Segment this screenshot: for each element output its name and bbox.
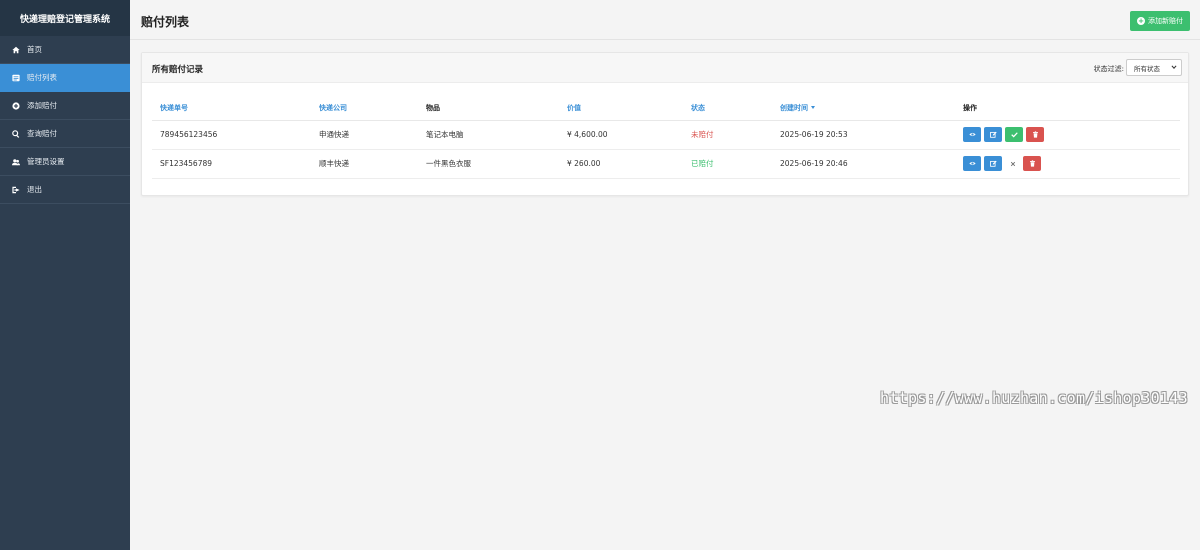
page-title: 赔付列表: [141, 15, 190, 29]
mark-paid-button[interactable]: [1005, 127, 1023, 142]
cell-status: 未赔付: [683, 120, 772, 150]
edit-icon: [989, 131, 997, 138]
cell-status: 已赔付: [683, 149, 772, 179]
column-header-item: 物品: [418, 96, 559, 121]
table-row: 789456123456 申通快递 笔记本电脑 ¥ 4,600.00 未赔付 2…: [152, 120, 1180, 150]
sign-out-icon: [10, 185, 22, 195]
cell-created: 2025-06-19 20:46: [772, 149, 955, 179]
view-button[interactable]: [963, 127, 981, 142]
sidebar-item-add-claim[interactable]: 添加赔付: [0, 92, 130, 120]
view-button[interactable]: [963, 156, 981, 171]
column-header-company[interactable]: 快递公司: [311, 96, 418, 121]
claims-card: 所有赔付记录 状态过滤: 所有状态 快递单号 快递公司 物品 价值 状态 创建时…: [141, 52, 1189, 196]
eye-icon: [968, 132, 976, 137]
sidebar-item-label: 查询赔付: [27, 129, 57, 138]
list-icon: [10, 73, 22, 83]
sidebar-item-admin-settings[interactable]: 管理员设置: [0, 148, 130, 176]
cell-actions: [955, 120, 1180, 150]
delete-button[interactable]: [1023, 156, 1041, 171]
users-icon: [10, 157, 22, 167]
column-header-tracking[interactable]: 快递单号: [152, 96, 311, 121]
sidebar-item-logout[interactable]: 退出: [0, 176, 130, 204]
cell-actions: [955, 149, 1180, 179]
sidebar-item-label: 管理员设置: [27, 157, 65, 166]
column-header-actions: 操作: [955, 96, 1180, 121]
delete-button[interactable]: [1026, 127, 1044, 142]
cell-item: 一件黑色衣服: [418, 149, 559, 179]
add-claim-button-label: 添加新赔付: [1148, 17, 1183, 25]
cell-created: 2025-06-19 20:53: [772, 120, 955, 150]
edit-icon: [989, 160, 997, 167]
table-row: SF123456789 顺丰快递 一件黑色衣服 ¥ 260.00 已赔付 202…: [152, 149, 1180, 179]
edit-button[interactable]: [984, 127, 1002, 142]
check-icon: [1010, 132, 1018, 138]
column-header-created-label: 创建时间: [780, 103, 808, 112]
sidebar-item-label: 赔付列表: [27, 73, 57, 82]
sidebar-item-home[interactable]: 首页: [0, 36, 130, 64]
cell-value: ¥ 4,600.00: [559, 120, 683, 150]
watermark-text: https://www.huzhan.com/ishop30143: [880, 389, 1188, 407]
trash-icon: [1032, 131, 1038, 138]
close-icon: [1010, 161, 1015, 166]
edit-button[interactable]: [984, 156, 1002, 171]
card-header: 所有赔付记录 状态过滤: 所有状态: [142, 53, 1188, 83]
chevron-down-icon: [1171, 65, 1177, 70]
card-title: 所有赔付记录: [152, 65, 204, 75]
sidebar-item-claim-list[interactable]: 赔付列表: [0, 64, 130, 92]
cell-company: 申通快递: [311, 120, 418, 150]
home-icon: [10, 45, 22, 55]
trash-icon: [1029, 160, 1035, 167]
plus-circle-icon: [10, 101, 22, 111]
table-header-row: 快递单号 快递公司 物品 价值 状态 创建时间 操作: [152, 96, 1180, 121]
status-filter-label: 状态过滤:: [1093, 65, 1124, 73]
cell-item: 笔记本电脑: [418, 120, 559, 150]
sort-desc-icon: [811, 106, 815, 110]
status-filter-select[interactable]: 所有状态: [1126, 59, 1182, 76]
sidebar-item-search-claim[interactable]: 查询赔付: [0, 120, 130, 148]
column-header-status[interactable]: 状态: [683, 96, 772, 121]
eye-icon: [968, 161, 976, 166]
plus-circle-icon: +: [1137, 17, 1145, 25]
cell-company: 顺丰快递: [311, 149, 418, 179]
column-header-created[interactable]: 创建时间: [772, 96, 955, 121]
add-claim-button[interactable]: + 添加新赔付: [1130, 11, 1190, 31]
page-header: 赔付列表 + 添加新赔付: [130, 0, 1200, 40]
cell-tracking: 789456123456: [152, 120, 311, 150]
sidebar: 快递理赔登记管理系统 首页 赔付列表 添加赔付 查询赔付 管理员设置 退出: [0, 0, 130, 550]
status-filter-value: 所有状态: [1134, 64, 1160, 73]
unmark-paid-button[interactable]: [1005, 156, 1020, 171]
column-header-value[interactable]: 价值: [559, 96, 683, 121]
cell-tracking: SF123456789: [152, 149, 311, 179]
app-brand: 快递理赔登记管理系统: [0, 0, 130, 36]
sidebar-item-label: 退出: [27, 185, 42, 194]
sidebar-item-label: 添加赔付: [27, 101, 57, 110]
sidebar-item-label: 首页: [27, 45, 42, 54]
claims-table: 快递单号 快递公司 物品 价值 状态 创建时间 操作 789456123456 …: [152, 96, 1180, 179]
search-icon: [10, 129, 22, 139]
cell-value: ¥ 260.00: [559, 149, 683, 179]
